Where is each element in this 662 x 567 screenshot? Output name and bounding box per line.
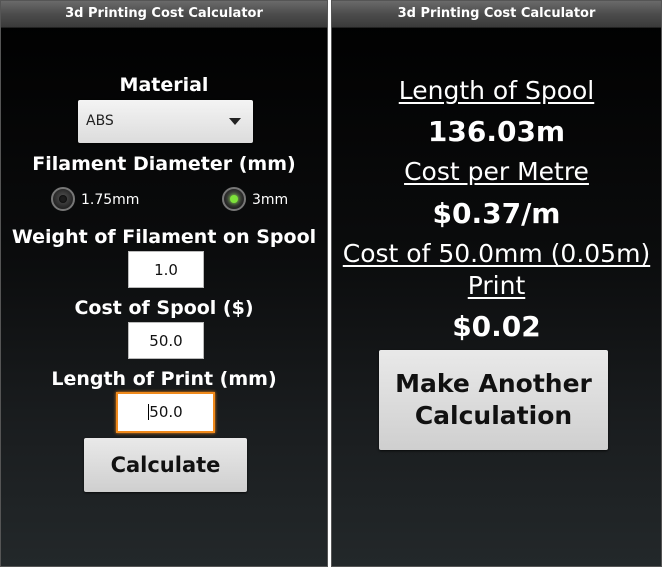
material-selected-value: ABS — [86, 113, 114, 129]
cost-per-metre-label: Cost per Metre — [404, 157, 589, 186]
diameter-175-label: 1.75mm — [81, 192, 140, 208]
calculator-result-screen: 3d Printing Cost Calculator Length of Sp… — [331, 0, 662, 567]
print-cost-label-line1: Cost of 50.0mm (0.05m) — [342, 239, 651, 268]
make-another-calculation-button[interactable]: Make Another Calculation — [379, 350, 608, 450]
print-cost-value: $0.02 — [452, 310, 541, 343]
spool-length-label: Length of Spool — [398, 76, 595, 105]
filament-diameter-label: Filament Diameter (mm) — [32, 153, 296, 175]
calculate-button[interactable]: Calculate — [84, 438, 247, 492]
dropdown-arrow-icon — [229, 118, 241, 125]
material-dropdown[interactable]: ABS — [78, 100, 253, 143]
title-bar: 3d Printing Cost Calculator — [332, 1, 661, 28]
title-bar: 3d Printing Cost Calculator — [1, 1, 327, 28]
button-line2: Calculation — [414, 401, 573, 430]
cost-per-metre-value: $0.37/m — [432, 197, 561, 230]
calculator-input-screen: 3d Printing Cost Calculator Material ABS… — [0, 0, 328, 567]
print-length-input[interactable]: 50.0 — [116, 392, 215, 433]
button-line1: Make Another — [395, 369, 592, 398]
print-length-label: Length of Print (mm) — [51, 368, 277, 390]
radio-dot-icon — [59, 195, 67, 203]
print-length-value: 50.0 — [149, 403, 183, 421]
spool-cost-label: Cost of Spool ($) — [74, 297, 254, 319]
radio-dot-icon — [230, 195, 238, 203]
print-cost-label-line2: Print — [467, 271, 526, 300]
diameter-3-radio[interactable] — [222, 187, 246, 211]
spool-weight-input[interactable]: 1.0 — [128, 251, 204, 288]
diameter-3-label: 3mm — [252, 192, 289, 208]
spool-length-value: 136.03m — [427, 115, 566, 148]
spool-cost-input[interactable]: 50.0 — [128, 322, 204, 359]
material-label: Material — [119, 74, 209, 96]
diameter-175-radio[interactable] — [51, 187, 75, 211]
